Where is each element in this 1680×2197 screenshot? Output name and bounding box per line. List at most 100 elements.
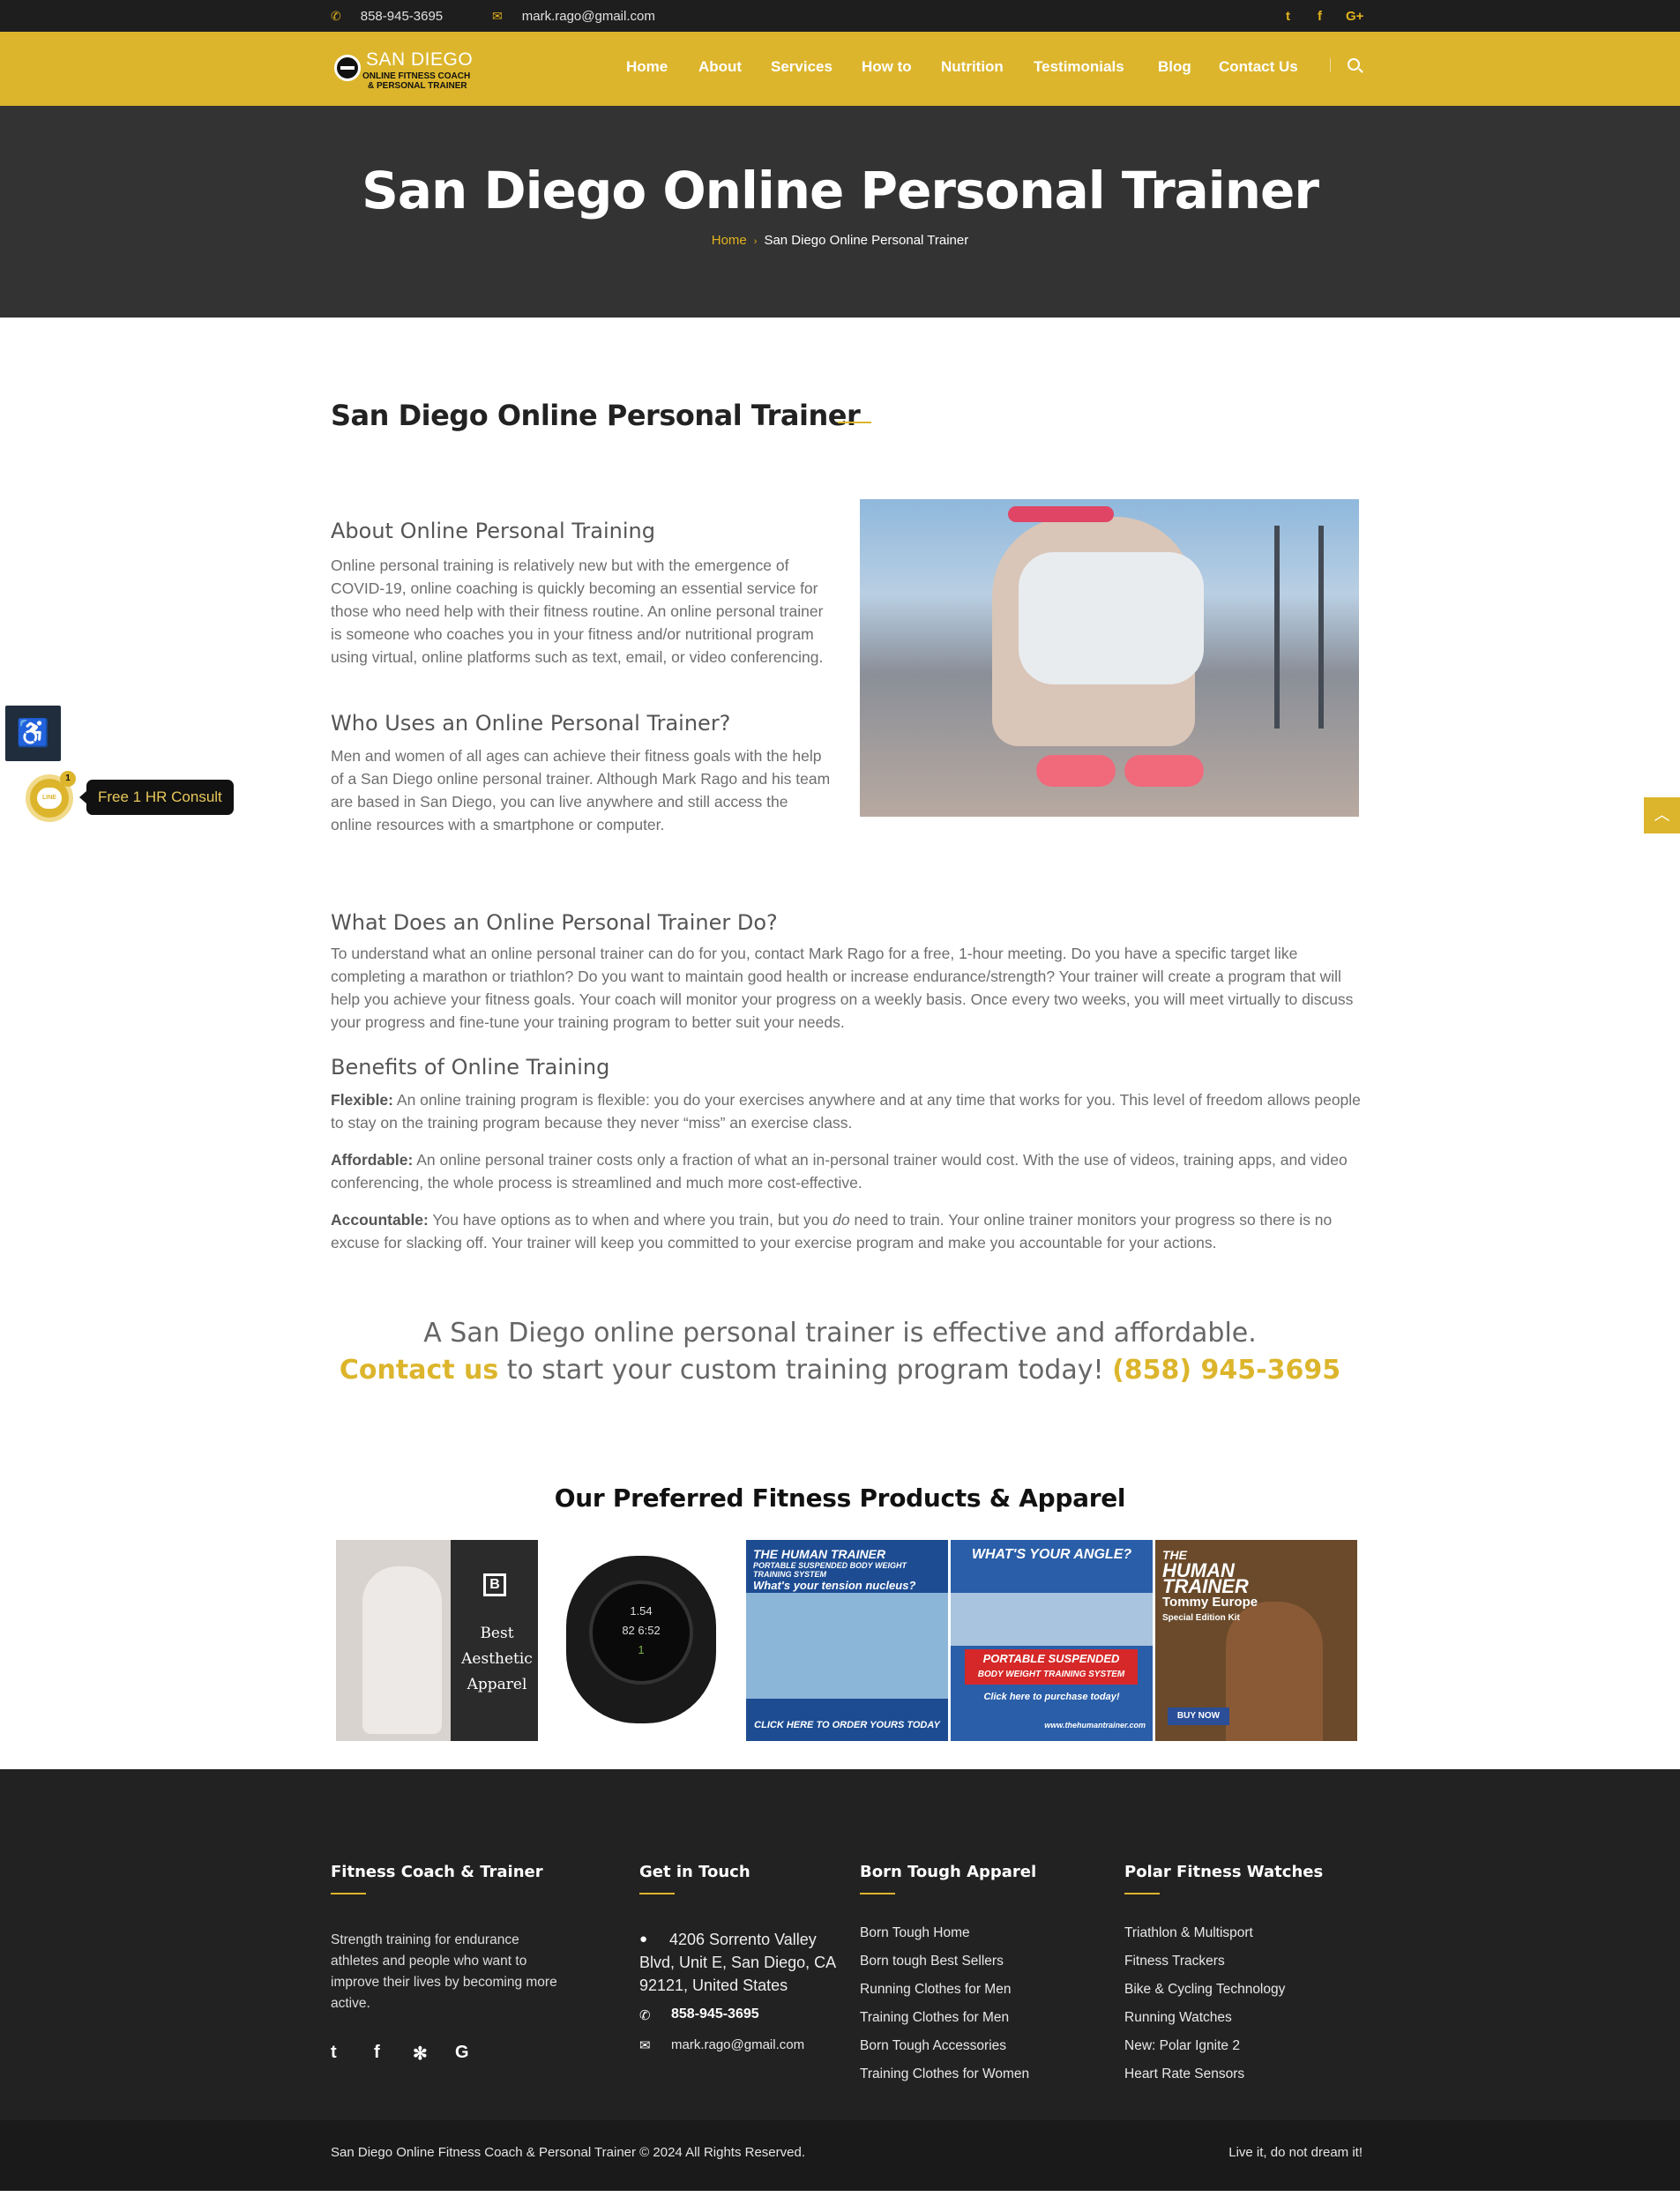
page-hero: San Diego Online Personal Trainer Home › S… (0, 106, 1680, 318)
benefit-flexible-label: Flexible: (331, 1091, 393, 1109)
phone-icon: ✆ (331, 8, 341, 23)
topbar-phone[interactable]: ✆ 858-945-3695 (331, 0, 443, 32)
human-trainer-ad-1[interactable]: THE HUMAN TRAINER PORTABLE SUSPENDED BODY… (746, 1540, 948, 1741)
topbar-phone-text: 858-945-3695 (360, 8, 444, 24)
benefit-affordable: Affordable: An online personal trainer c… (331, 1148, 1361, 1194)
banner2-url: www.thehumantrainer.com (1044, 1721, 1146, 1730)
nav-how-to[interactable]: How to (862, 58, 912, 76)
footer-email[interactable]: mark.rago@gmail.com (671, 2037, 804, 2052)
born-tough-logo: B (483, 1573, 506, 1596)
google-plus-icon[interactable]: G+ (1346, 0, 1363, 32)
human-trainer-ad-2[interactable]: WHAT'S YOUR ANGLE? PORTABLE SUSPENDED BOD… (951, 1540, 1153, 1741)
topbar-email-text: mark.rago@gmail.com (521, 8, 655, 24)
products-title: Our Preferred Fitness Products & Apparel (554, 1483, 1126, 1513)
footer-col4-title: Polar Fitness Watches (1124, 1863, 1324, 1881)
footer-link[interactable]: Triathlon & Multisport (1124, 1919, 1285, 1947)
scroll-to-top-icon[interactable]: ︿ (1644, 797, 1680, 833)
breadcrumb: Home › San Diego Online Personal Trainer (0, 233, 1680, 248)
nav-blog[interactable]: Blog (1158, 58, 1191, 76)
footer-link[interactable]: Running Clothes for Men (860, 1976, 1029, 2004)
footer-link[interactable]: New: Polar Ignite 2 (1124, 2032, 1285, 2060)
nav-about[interactable]: About (698, 58, 742, 76)
photo-rail (1274, 526, 1280, 729)
tagline-line-2: Contact us to start your custom training… (0, 1355, 1680, 1386)
nav-contact-us[interactable]: Contact Us (1219, 58, 1298, 76)
photo-shoe (1036, 755, 1116, 787)
banner1-question: What's your tension nucleus? (753, 1579, 916, 1592)
footer-col4-underline (1124, 1893, 1160, 1894)
banner1-sub: PORTABLE SUSPENDED BODY WEIGHT TRAINING … (753, 1561, 907, 1579)
watch-readout-1: 1.54 (630, 1604, 653, 1618)
tagline-phone-link[interactable]: (858) 945-3695 (1112, 1355, 1340, 1386)
banner1-brand: THE HUMAN TRAINER (753, 1547, 886, 1561)
footer-link[interactable]: Born Tough Home (860, 1919, 1029, 1947)
benefit-accountable-label: Accountable: (331, 1211, 429, 1229)
facebook-icon[interactable]: f (1318, 0, 1322, 32)
nav-services[interactable]: Services (771, 58, 833, 76)
benefits-heading: Benefits of Online Training (331, 1055, 610, 1080)
page-title: San Diego Online Personal Trainer (362, 161, 1319, 220)
logo-line-3: & PERSONAL TRAINER (368, 81, 467, 91)
born-tough-apparel-ad[interactable]: B Best Aesthetic Apparel (336, 1540, 538, 1741)
site-logo[interactable]: SAN DIEGO ONLINE FITNESS COACH & PERSONA… (331, 48, 489, 92)
banner1-photo (746, 1593, 948, 1699)
footer-link[interactable]: Training Clothes for Women (860, 2060, 1029, 2089)
footer-phone[interactable]: 858-945-3695 (671, 2006, 759, 2022)
photo-rail (1318, 526, 1324, 729)
footer-link[interactable]: Born tough Best Sellers (860, 1947, 1029, 1976)
yelp-icon[interactable]: ✻ (413, 2043, 428, 2065)
contact-us-link[interactable]: Contact us (340, 1355, 498, 1386)
free-consult-tooltip[interactable]: Free 1 HR Consult (79, 780, 234, 815)
polar-links: Triathlon & Multisport Fitness Trackers … (1124, 1919, 1285, 2089)
envelope-icon: ✉ (492, 8, 503, 23)
banner3-l5: Special Edition Kit (1162, 1613, 1240, 1623)
copyright-bar (0, 2120, 1680, 2191)
footer-motto: Live it, do not dream it! (1228, 2145, 1363, 2160)
polar-watch-image: 1.54 82 6:52 1 (566, 1556, 716, 1723)
photo-headband (1008, 506, 1114, 522)
about-text: Online personal training is relatively n… (331, 557, 824, 666)
topbar-email[interactable]: ✉ mark.rago@gmail.com (492, 0, 655, 32)
born-tough-tagline-1: Best (480, 1625, 514, 1642)
who-text: Men and women of all ages can achieve th… (331, 747, 831, 833)
banner1-cta: CLICK HERE TO ORDER YOURS TODAY (754, 1720, 940, 1730)
footer-link[interactable]: Bike & Cycling Technology (1124, 1976, 1285, 2004)
photo-shirt (1019, 552, 1204, 684)
tommy-europe-kit-ad[interactable]: THE HUMAN TRAINER Tommy Europe Special Editi… (1155, 1540, 1357, 1741)
facebook-icon[interactable]: f (374, 2043, 380, 2063)
banner2-cta: Click here to purchase today! (983, 1692, 1120, 1702)
benefit-accountable-emphasis: do (833, 1211, 850, 1229)
ad-model (362, 1566, 442, 1734)
born-tough-tagline-2: Aesthetic (461, 1650, 533, 1668)
banner2-red-1: PORTABLE SUSPENDED (982, 1652, 1120, 1665)
footer-link[interactable]: Heart Rate Sensors (1124, 2060, 1285, 2089)
banner2-red-box: PORTABLE SUSPENDED BODY WEIGHT TRAINING S… (965, 1649, 1138, 1685)
search-icon[interactable] (1348, 58, 1360, 71)
banner2-question: WHAT'S YOUR ANGLE? (971, 1547, 1132, 1562)
footer-link[interactable]: Training Clothes for Men (860, 2004, 1029, 2032)
twitter-icon[interactable]: t (1286, 0, 1290, 32)
footer-link[interactable]: Fitness Trackers (1124, 1947, 1285, 1976)
accessibility-icon[interactable]: ♿ (5, 706, 61, 761)
footer-link[interactable]: Born Tough Accessories (860, 2032, 1029, 2060)
banner1-header: THE HUMAN TRAINER PORTABLE SUSPENDED BODY… (746, 1540, 948, 1592)
banner2-photo (951, 1593, 1153, 1646)
watch-readout-3: 1 (638, 1643, 645, 1656)
footer-about-text: Strength training for endurance athletes… (331, 1932, 557, 2011)
top-bar: ✆ 858-945-3695 ✉ mark.rago@gmail.com t f… (0, 0, 1680, 32)
google-icon[interactable]: G (455, 2043, 469, 2063)
nav-testimonials[interactable]: Testimonials (1034, 58, 1124, 76)
copyright-text: San Diego Online Fitness Coach & Persona… (331, 2145, 805, 2160)
twitter-icon[interactable]: t (331, 2043, 337, 2063)
footer-col2-title: Get in Touch (639, 1863, 750, 1881)
breadcrumb-home[interactable]: Home (712, 233, 747, 248)
benefit-accountable-text-1: You have options as to when and where yo… (428, 1211, 833, 1229)
banner2-red-2: BODY WEIGHT TRAINING SYSTEM (977, 1670, 1125, 1679)
polar-watch-ad[interactable]: 1.54 82 6:52 1 (547, 1540, 732, 1741)
footer-col3-underline (860, 1893, 895, 1894)
nav-home[interactable]: Home (626, 58, 668, 76)
footer-link[interactable]: Running Watches (1124, 2004, 1285, 2032)
section-title: San Diego Online Personal Trainer (331, 399, 861, 432)
nav-nutrition[interactable]: Nutrition (941, 58, 1004, 76)
buy-now-button[interactable]: BUY NOW (1168, 1708, 1229, 1725)
